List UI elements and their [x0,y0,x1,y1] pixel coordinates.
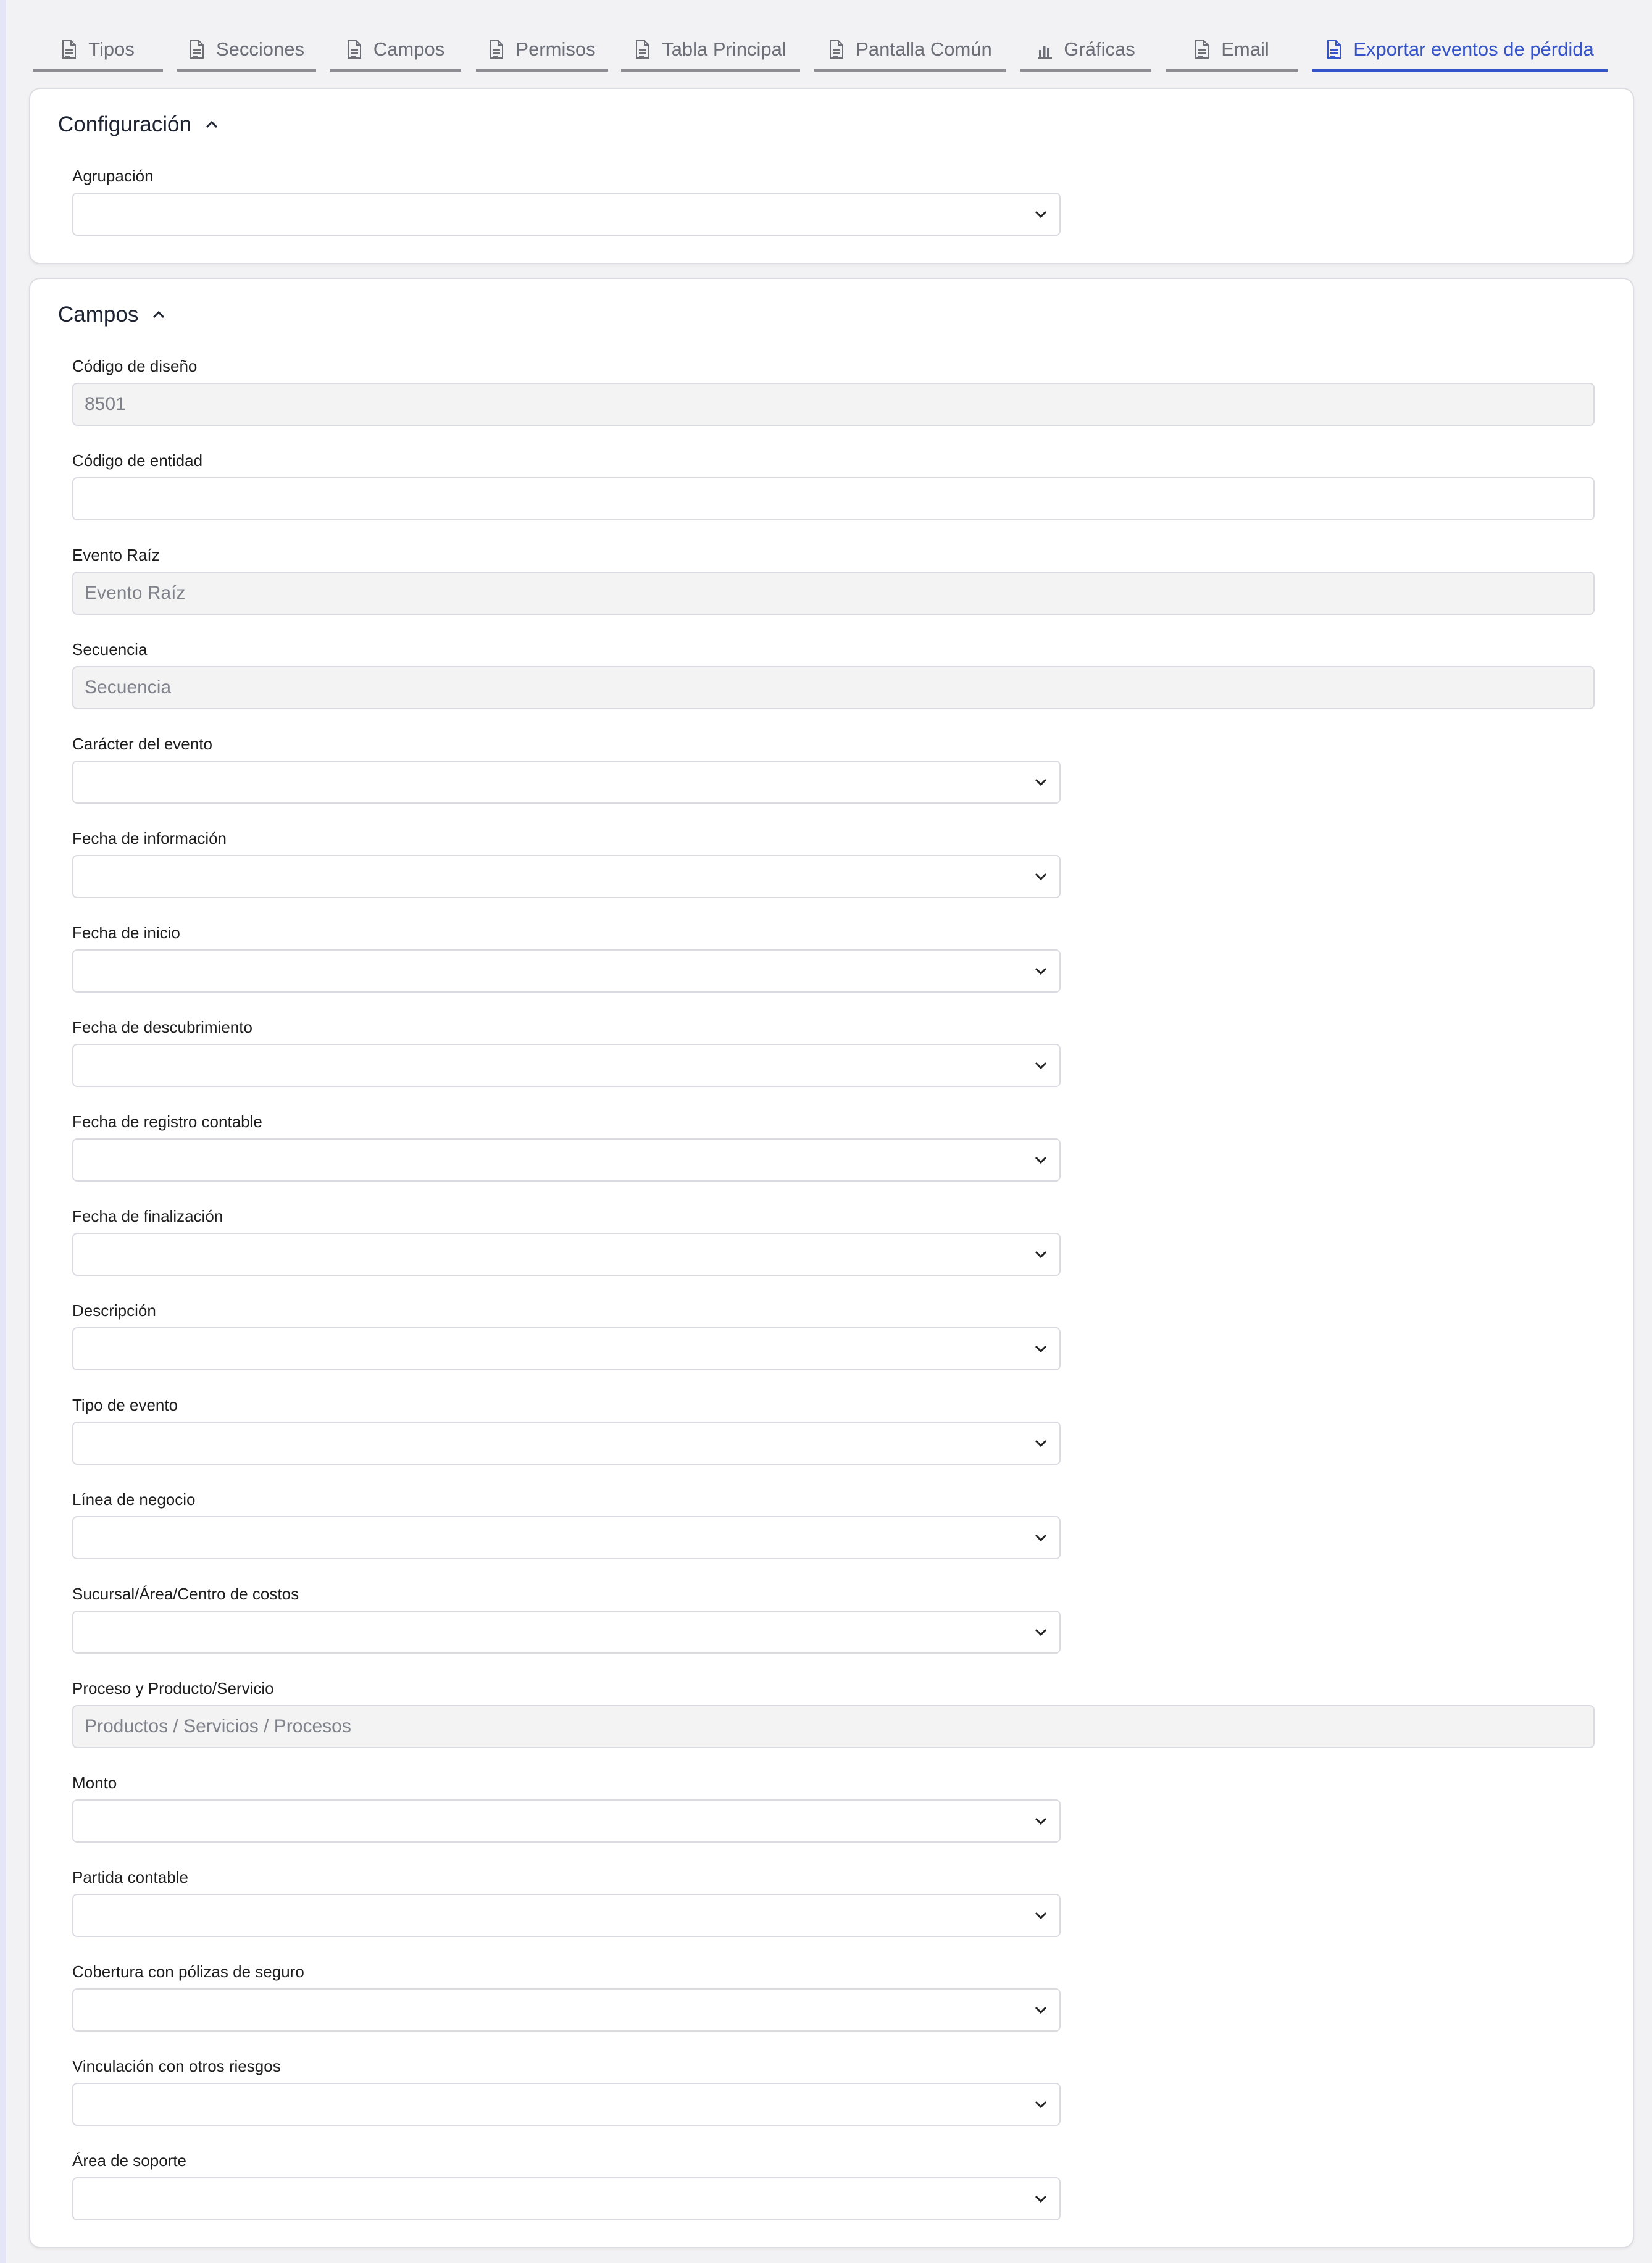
tipo-de-evento-select[interactable] [72,1422,1061,1465]
tab-tipos[interactable]: Tipos [33,33,163,72]
chevron-down-icon [1035,1817,1047,1825]
sucursal-area-centro-de-costos-select[interactable] [72,1611,1061,1654]
field-label: Agrupación [72,167,154,185]
fecha-de-inicio-select[interactable] [72,949,1061,993]
field-label: Secuencia [72,640,148,659]
chevron-down-icon [1035,873,1047,880]
tab-permisos[interactable]: Permisos [476,33,608,72]
area-de-soporte-select[interactable] [72,2177,1061,2220]
document-icon [1327,40,1341,59]
field-label: Fecha de información [72,829,227,848]
chevron-up-icon [206,120,218,128]
vinculacion-con-otros-riesgos-select[interactable] [72,2083,1061,2126]
tab-exportar-eventos-de-perdida[interactable]: Exportar eventos de pérdida [1312,33,1608,72]
proceso-y-producto-servicio-input[interactable]: Productos / Servicios / Procesos [72,1705,1595,1748]
field-label: Carácter del evento [72,735,212,753]
fecha-de-informacion-select[interactable] [72,855,1061,898]
field-label: Fecha de registro contable [72,1112,262,1131]
field-label: Fecha de inicio [72,923,180,942]
campos-section-toggle[interactable]: Campos [58,302,165,327]
tab-pantalla-comun[interactable]: Pantalla Común [814,33,1006,72]
chevron-down-icon [1035,1628,1047,1636]
bar-chart-icon [1038,46,1053,59]
tab-label: Campos [373,38,445,60]
field-label: Descripción [72,1301,156,1320]
input-placeholder: Evento Raíz [85,583,186,603]
codigo-de-diseno-input[interactable]: 8501 [72,383,1595,426]
field-label: Área de soporte [72,2151,187,2170]
fecha-de-descubrimiento-select[interactable] [72,1044,1061,1087]
tab-label: Email [1221,38,1269,60]
tab-label: Exportar eventos de pérdida [1353,38,1594,60]
chevron-down-icon [1035,1062,1047,1069]
tab-label: Pantalla Común [856,38,992,60]
tab-label: Secciones [215,38,305,60]
codigo-de-entidad-input[interactable] [72,477,1595,520]
chevron-down-icon [1035,1251,1047,1258]
chevron-down-icon [1035,1534,1047,1541]
field-label: Proceso y Producto/Servicio [72,1679,274,1698]
field-label: Código de entidad [72,451,203,470]
field-label: Código de diseño [72,357,198,375]
field-label: Línea de negocio [72,1490,196,1509]
fecha-de-registro-contable-select[interactable] [72,1138,1061,1182]
chevron-down-icon [1035,2195,1047,2203]
field-label: Evento Raíz [72,546,160,564]
tab-graficas[interactable]: Gráficas [1020,33,1151,72]
field-label: Fecha de descubrimiento [72,1018,252,1036]
field-label: Tipo de evento [72,1396,178,1414]
input-value: 8501 [85,394,126,414]
secuencia-input[interactable]: Secuencia [72,666,1595,709]
document-icon [190,40,204,59]
evento-raiz-input[interactable]: Evento Raíz [72,572,1595,615]
tab-tabla-principal[interactable]: Tabla Principal [621,33,800,72]
agrupacion-select[interactable] [72,193,1061,236]
chevron-down-icon [1035,778,1047,786]
chevron-down-icon [1035,1345,1047,1352]
tab-secciones[interactable]: Secciones [177,33,316,72]
document-icon [347,40,361,59]
partida-contable-select[interactable] [72,1894,1061,1937]
field-label: Monto [72,1773,117,1792]
field-label: Vinculación con otros riesgos [72,2057,281,2075]
left-edge-stripe [0,0,6,2263]
configuracion-section-toggle[interactable]: Configuración [58,112,219,137]
section-title: Configuración [58,112,191,136]
chevron-up-icon [153,310,165,319]
chevron-down-icon [1035,1440,1047,1447]
document-icon [636,40,650,59]
document-icon [1195,40,1209,59]
chevron-down-icon [1035,210,1047,218]
field-label: Cobertura con pólizas de seguro [72,1962,304,1981]
linea-de-negocio-select[interactable] [72,1516,1061,1559]
input-placeholder: Secuencia [85,677,172,698]
document-icon [830,40,844,59]
tab-email[interactable]: Email [1166,33,1298,72]
tab-label: Tipos [88,38,135,60]
tab-campos[interactable]: Campos [330,33,461,72]
tab-label: Tabla Principal [662,38,786,60]
chevron-down-icon [1035,2006,1047,2014]
fecha-de-finalizacion-select[interactable] [72,1233,1061,1276]
chevron-down-icon [1035,1912,1047,1919]
input-placeholder: Productos / Servicios / Procesos [85,1716,351,1736]
tab-label: Permisos [515,38,596,60]
document-icon [490,40,504,59]
descripcion-select[interactable] [72,1327,1061,1370]
campos-card: Campos Código de diseño 8501 Código de ent… [29,278,1634,2248]
chevron-down-icon [1035,1156,1047,1164]
document-icon [62,40,77,59]
cobertura-con-polizas-de-seguro-select[interactable] [72,1988,1061,2032]
tab-label: Gráficas [1064,38,1135,60]
monto-select[interactable] [72,1799,1061,1843]
configuracion-card: Configuración Agrupación [29,88,1634,264]
field-label: Fecha de finalización [72,1207,223,1225]
chevron-down-icon [1035,967,1047,975]
section-title: Campos [58,302,139,327]
chevron-down-icon [1035,2101,1047,2108]
field-label: Partida contable [72,1868,188,1886]
caracter-del-evento-select[interactable] [72,761,1061,804]
field-label: Sucursal/Área/Centro de costos [72,1585,299,1603]
